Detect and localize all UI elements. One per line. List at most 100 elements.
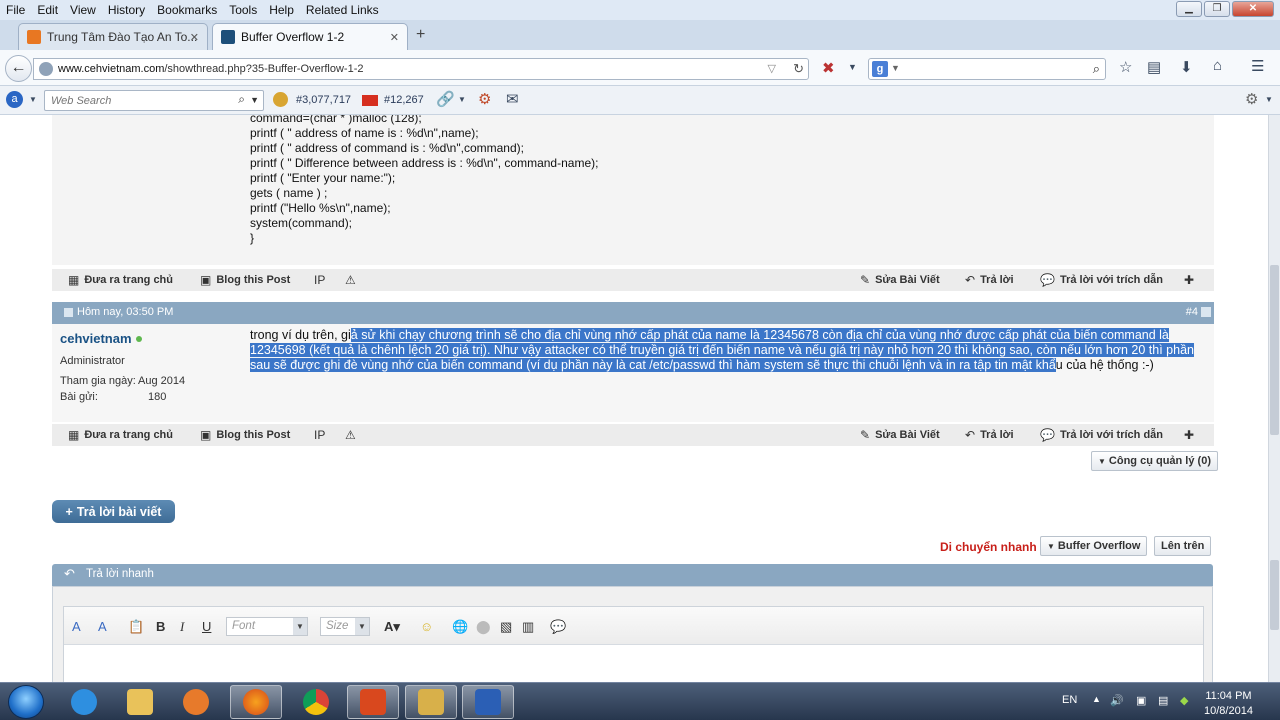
tray-app-icon[interactable]: ▣: [1136, 694, 1146, 707]
report-warning-icon[interactable]: ⚠: [345, 428, 356, 442]
unlink-icon[interactable]: ⬤: [476, 619, 491, 635]
smiley-icon[interactable]: ☺: [420, 619, 433, 634]
chevron-down-icon[interactable]: ▼: [891, 63, 900, 73]
gear-icon[interactable]: ⚙: [1245, 90, 1258, 108]
menu-view[interactable]: View: [64, 0, 102, 20]
format-icon[interactable]: A: [98, 619, 107, 634]
ip-icon[interactable]: IP: [314, 428, 325, 442]
alexa-icon[interactable]: [273, 92, 288, 107]
scrollbar-thumb[interactable]: [1270, 265, 1279, 435]
ip-icon[interactable]: IP: [314, 273, 325, 287]
addon-icon[interactable]: ⚙: [478, 90, 491, 108]
post-number[interactable]: #4: [1186, 306, 1198, 318]
paste-icon[interactable]: 📋: [128, 619, 144, 635]
close-tab-icon[interactable]: ✕: [390, 31, 399, 44]
close-tab-icon[interactable]: ✕: [190, 31, 199, 44]
edit-post-button[interactable]: ✎ Sửa Bài Viết: [860, 273, 940, 287]
chevron-down-icon[interactable]: ▼: [1265, 95, 1273, 104]
reply-thread-button[interactable]: + Trả lời bài viết: [52, 500, 175, 523]
username[interactable]: cehvietnam: [60, 331, 240, 346]
taskbar-archive[interactable]: [405, 685, 457, 719]
italic-icon[interactable]: I: [180, 619, 184, 635]
bookmark-star-icon[interactable]: ☆: [1119, 58, 1132, 76]
menu-related-links[interactable]: Related Links: [300, 0, 385, 20]
admin-tools-button[interactable]: ▼ Công cụ quản lý (0): [1091, 451, 1218, 471]
language-indicator[interactable]: EN: [1062, 694, 1077, 706]
back-button[interactable]: ←: [5, 55, 32, 82]
start-button[interactable]: [8, 685, 44, 719]
tray-expand-icon[interactable]: ▲: [1092, 694, 1101, 704]
pencil-icon: ✎: [860, 273, 871, 287]
bold-icon[interactable]: B: [156, 619, 165, 634]
taskbar-firefox[interactable]: [230, 685, 282, 719]
insert-image-icon[interactable]: ▧: [500, 619, 512, 635]
reload-icon[interactable]: ↻: [793, 61, 804, 77]
text-color-icon[interactable]: A▾: [384, 619, 400, 635]
home-link[interactable]: ▦ Đưa ra trang chủ: [68, 428, 173, 442]
url-bar[interactable]: www.cehvietnam.com/showthread.php?35-Buf…: [33, 58, 809, 80]
web-search-input[interactable]: [45, 91, 225, 110]
tab-buffer-overflow[interactable]: Buffer Overflow 1-2 ✕: [212, 23, 408, 50]
back-to-top-button[interactable]: Lên trên: [1154, 536, 1212, 556]
forum-select-button[interactable]: ▼ Buffer Overflow: [1040, 536, 1148, 556]
menu-edit[interactable]: Edit: [31, 0, 64, 20]
network-icon[interactable]: ▤: [1158, 694, 1168, 707]
restore-button[interactable]: ❐: [1204, 1, 1230, 17]
home-icon[interactable]: ⌂: [1213, 57, 1222, 74]
taskbar-ie[interactable]: [58, 685, 110, 719]
minimize-button[interactable]: ▁: [1176, 1, 1202, 17]
home-link[interactable]: ▦ Đưa ra trang chủ: [68, 273, 173, 287]
taskbar-chrome[interactable]: [290, 685, 342, 719]
chevron-down-icon[interactable]: ▼: [458, 95, 466, 104]
remove-format-icon[interactable]: A: [72, 619, 81, 634]
reply-quote-button[interactable]: 💬 Trả lời với trích dẫn: [1040, 428, 1163, 442]
taskbar-explorer[interactable]: [114, 685, 166, 719]
chevron-down-icon[interactable]: ▼: [29, 95, 37, 104]
reply-button[interactable]: ↶ Trả lời: [965, 428, 1014, 442]
clock[interactable]: 11:04 PM 10/8/2014: [1204, 689, 1253, 719]
select-post-checkbox[interactable]: [1201, 307, 1211, 317]
search-bar[interactable]: g ▼ ⌕: [868, 58, 1106, 80]
edit-post-button[interactable]: ✎ Sửa Bài Viết: [860, 428, 940, 442]
report-warning-icon[interactable]: ⚠: [345, 273, 356, 287]
chevron-down-icon[interactable]: ▼: [250, 95, 259, 105]
download-icon[interactable]: ⬇: [1180, 58, 1193, 76]
blog-post-link[interactable]: ▣ Blog this Post: [200, 273, 290, 287]
tab-trung-tam[interactable]: Trung Tâm Đào Tạo An To... ✕: [18, 23, 208, 50]
menu-tools[interactable]: Tools: [223, 0, 263, 20]
font-select[interactable]: Font ▼: [226, 617, 308, 636]
ask-logo-icon[interactable]: a: [6, 91, 23, 108]
tray-status-icon[interactable]: ◆: [1180, 694, 1188, 707]
new-tab-icon[interactable]: +: [416, 26, 425, 44]
reply-arrow-icon: ↶: [965, 428, 976, 442]
chevron-down-icon[interactable]: ▼: [848, 62, 857, 72]
volume-icon[interactable]: 🔊: [1110, 694, 1124, 707]
bookmarks-list-icon[interactable]: ▤: [1147, 58, 1161, 76]
multi-quote-icon[interactable]: ✚: [1184, 273, 1194, 287]
blog-post-link[interactable]: ▣ Blog this Post: [200, 428, 290, 442]
insert-link-icon[interactable]: 🌐: [452, 619, 468, 635]
menu-icon[interactable]: ☰: [1251, 57, 1264, 75]
search-icon[interactable]: ⌕: [238, 92, 245, 107]
menu-bookmarks[interactable]: Bookmarks: [151, 0, 223, 20]
quote-block-icon[interactable]: 💬: [550, 619, 566, 635]
taskbar-media-player[interactable]: [170, 685, 222, 719]
search-icon[interactable]: ⌕: [1093, 61, 1100, 77]
reply-quote-button[interactable]: 💬 Trả lời với trích dẫn: [1040, 273, 1163, 287]
menu-help[interactable]: Help: [263, 0, 300, 20]
underline-icon[interactable]: U: [202, 619, 211, 634]
multi-quote-icon[interactable]: ✚: [1184, 428, 1194, 442]
mail-icon[interactable]: ✉: [506, 90, 519, 108]
link-icon[interactable]: 🔗: [436, 90, 455, 108]
insert-video-icon[interactable]: ▥: [522, 619, 534, 635]
reply-button[interactable]: ↶ Trả lời: [965, 273, 1014, 287]
menu-file[interactable]: File: [0, 0, 31, 20]
size-select[interactable]: Size ▼: [320, 617, 370, 636]
menu-history[interactable]: History: [102, 0, 151, 20]
download-helper-icon[interactable]: ✖: [822, 59, 835, 77]
close-window-button[interactable]: ✕: [1232, 1, 1274, 17]
taskbar-pdf[interactable]: [347, 685, 399, 719]
taskbar-word[interactable]: [462, 685, 514, 719]
page-scrollbar[interactable]: [1268, 115, 1280, 682]
dropdown-arrow-icon[interactable]: ▽: [768, 62, 776, 75]
